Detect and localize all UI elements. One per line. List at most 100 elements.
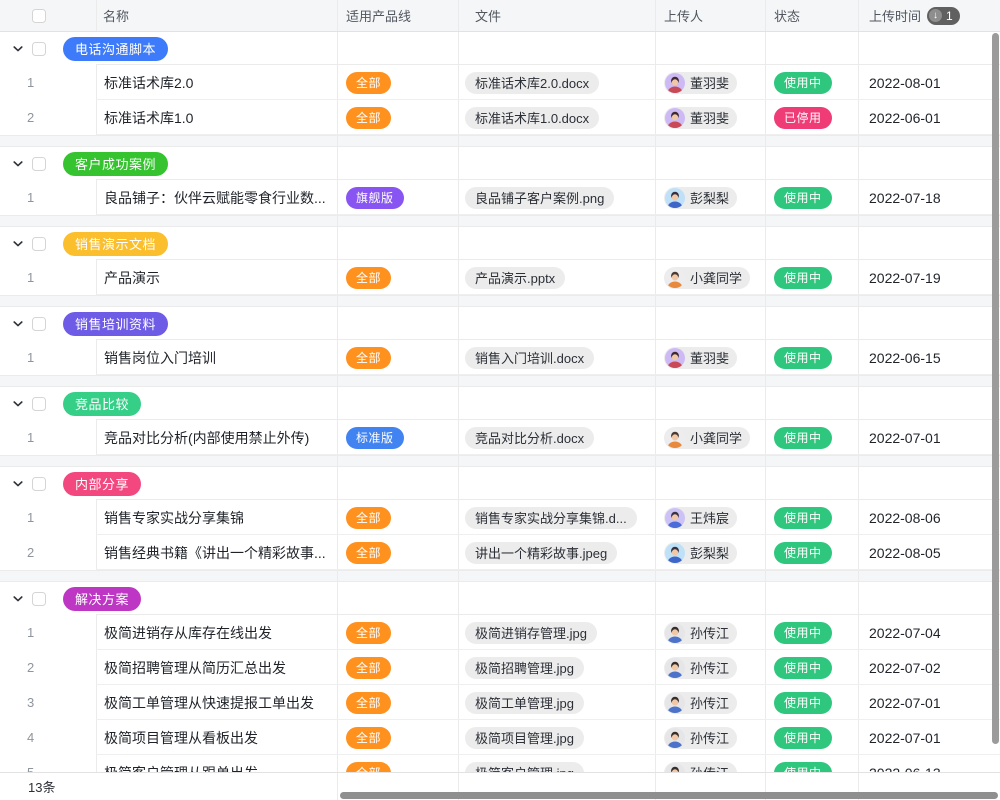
table-row[interactable]: 1产品演示全部产品演示.pptx小龚同学使用中2022-07-19 xyxy=(0,260,1000,295)
name-cell[interactable]: 销售经典书籍《讲出一个精彩故事... xyxy=(96,535,337,570)
file-cell[interactable]: 销售入门培训.docx xyxy=(458,340,655,375)
group-checkbox[interactable] xyxy=(32,317,46,331)
file-chip[interactable]: 极简项目管理.jpg xyxy=(465,727,584,749)
file-chip[interactable]: 产品演示.pptx xyxy=(465,267,565,289)
group-badge[interactable]: 销售培训资料 xyxy=(63,312,168,336)
upload-date-cell[interactable]: 2022-08-01 xyxy=(858,65,1000,100)
row-index-cell[interactable]: 1 xyxy=(0,615,96,650)
row-index-cell[interactable]: 1 xyxy=(0,260,96,295)
table-row[interactable]: 1标准话术库2.0全部标准话术库2.0.docx董羽斐使用中2022-08-01 xyxy=(0,65,1000,100)
table-row[interactable]: 2标准话术库1.0全部标准话术库1.0.docx董羽斐已停用2022-06-01 xyxy=(0,100,1000,135)
uploader-chip[interactable]: 董羽斐 xyxy=(664,107,737,129)
chevron-down-icon[interactable] xyxy=(12,43,24,55)
uploader-cell[interactable]: 董羽斐 xyxy=(655,340,765,375)
horizontal-scrollbar-thumb[interactable] xyxy=(340,792,998,799)
uploader-cell[interactable]: 小龚同学 xyxy=(655,420,765,455)
table-row[interactable]: 1良品铺子：伙伴云赋能零食行业数...旗舰版良品铺子客户案例.png彭梨梨使用中… xyxy=(0,180,1000,215)
status-badge[interactable]: 使用中 xyxy=(774,542,832,564)
name-cell[interactable]: 销售岗位入门培训 xyxy=(96,340,337,375)
product-line-cell[interactable]: 全部 xyxy=(337,65,458,100)
group-header-row[interactable]: 销售演示文档 xyxy=(0,227,1000,260)
name-cell[interactable]: 竞品对比分析(内部使用禁止外传) xyxy=(96,420,337,455)
status-badge[interactable]: 使用中 xyxy=(774,427,832,449)
row-index-cell[interactable]: 2 xyxy=(0,535,96,570)
name-cell[interactable]: 标准话术库1.0 xyxy=(96,100,337,135)
group-header-row[interactable]: 客户成功案例 xyxy=(0,147,1000,180)
uploader-chip[interactable]: 彭梨梨 xyxy=(664,542,737,564)
file-chip[interactable]: 竞品对比分析.docx xyxy=(465,427,594,449)
status-cell[interactable]: 使用中 xyxy=(765,535,858,570)
group-header-row[interactable]: 内部分享 xyxy=(0,467,1000,500)
status-cell[interactable]: 使用中 xyxy=(765,685,858,720)
name-cell[interactable]: 极简招聘管理从简历汇总出发 xyxy=(96,650,337,685)
row-index-cell[interactable]: 1 xyxy=(0,340,96,375)
chevron-down-icon[interactable] xyxy=(12,238,24,250)
file-chip[interactable]: 标准话术库1.0.docx xyxy=(465,107,599,129)
name-cell[interactable]: 产品演示 xyxy=(96,260,337,295)
uploader-chip[interactable]: 孙传江 xyxy=(664,622,737,644)
uploader-cell[interactable]: 王炜宸 xyxy=(655,500,765,535)
group-badge[interactable]: 解决方案 xyxy=(63,587,141,611)
group-badge[interactable]: 内部分享 xyxy=(63,472,141,496)
status-cell[interactable]: 已停用 xyxy=(765,100,858,135)
status-badge[interactable]: 已停用 xyxy=(774,107,832,129)
product-line-badge[interactable]: 全部 xyxy=(346,727,391,749)
file-chip[interactable]: 极简工单管理.jpg xyxy=(465,692,584,714)
row-index-cell[interactable]: 1 xyxy=(0,180,96,215)
vertical-scrollbar-thumb[interactable] xyxy=(992,33,999,744)
upload-date-cell[interactable]: 2022-07-01 xyxy=(858,420,1000,455)
product-line-cell[interactable]: 全部 xyxy=(337,500,458,535)
product-line-cell[interactable]: 旗舰版 xyxy=(337,180,458,215)
file-chip[interactable]: 极简招聘管理.jpg xyxy=(465,657,584,679)
status-cell[interactable]: 使用中 xyxy=(765,720,858,755)
status-cell[interactable]: 使用中 xyxy=(765,180,858,215)
group-checkbox[interactable] xyxy=(32,592,46,606)
status-cell[interactable]: 使用中 xyxy=(765,420,858,455)
select-all-checkbox[interactable] xyxy=(32,9,46,23)
product-line-cell[interactable]: 全部 xyxy=(337,720,458,755)
status-cell[interactable]: 使用中 xyxy=(765,65,858,100)
group-header-row[interactable]: 解决方案 xyxy=(0,582,1000,615)
product-line-badge[interactable]: 全部 xyxy=(346,347,391,369)
status-cell[interactable]: 使用中 xyxy=(765,500,858,535)
product-line-badge[interactable]: 全部 xyxy=(346,692,391,714)
table-row[interactable]: 1极简进销存从库存在线出发全部极简进销存管理.jpg孙传江使用中2022-07-… xyxy=(0,615,1000,650)
name-cell[interactable]: 标准话术库2.0 xyxy=(96,65,337,100)
status-badge[interactable]: 使用中 xyxy=(774,507,832,529)
file-cell[interactable]: 良品铺子客户案例.png xyxy=(458,180,655,215)
uploader-cell[interactable]: 孙传江 xyxy=(655,615,765,650)
file-cell[interactable]: 销售专家实战分享集锦.d... xyxy=(458,500,655,535)
product-line-cell[interactable]: 全部 xyxy=(337,100,458,135)
uploader-cell[interactable]: 彭梨梨 xyxy=(655,535,765,570)
product-line-badge[interactable]: 全部 xyxy=(346,267,391,289)
product-line-badge[interactable]: 全部 xyxy=(346,622,391,644)
row-index-cell[interactable]: 3 xyxy=(0,685,96,720)
column-header-upload-time[interactable]: 上传时间↓1 xyxy=(858,0,1000,31)
chevron-down-icon[interactable] xyxy=(12,398,24,410)
column-header-product-line[interactable]: 适用产品线 xyxy=(337,0,458,31)
group-badge[interactable]: 销售演示文档 xyxy=(63,232,168,256)
product-line-badge[interactable]: 旗舰版 xyxy=(346,187,404,209)
uploader-chip[interactable]: 小龚同学 xyxy=(664,427,750,449)
chevron-down-icon[interactable] xyxy=(12,158,24,170)
uploader-chip[interactable]: 孙传江 xyxy=(664,727,737,749)
name-cell[interactable]: 良品铺子：伙伴云赋能零食行业数... xyxy=(96,180,337,215)
upload-date-cell[interactable]: 2022-06-01 xyxy=(858,100,1000,135)
status-badge[interactable]: 使用中 xyxy=(774,622,832,644)
uploader-chip[interactable]: 董羽斐 xyxy=(664,72,737,94)
upload-date-cell[interactable]: 2022-08-06 xyxy=(858,500,1000,535)
status-cell[interactable]: 使用中 xyxy=(765,615,858,650)
status-cell[interactable]: 使用中 xyxy=(765,650,858,685)
status-cell[interactable]: 使用中 xyxy=(765,340,858,375)
product-line-badge[interactable]: 全部 xyxy=(346,657,391,679)
uploader-cell[interactable]: 董羽斐 xyxy=(655,100,765,135)
uploader-cell[interactable]: 孙传江 xyxy=(655,650,765,685)
product-line-cell[interactable]: 全部 xyxy=(337,535,458,570)
product-line-badge[interactable]: 全部 xyxy=(346,507,391,529)
uploader-chip[interactable]: 孙传江 xyxy=(664,692,737,714)
name-cell[interactable]: 极简项目管理从看板出发 xyxy=(96,720,337,755)
upload-date-cell[interactable]: 2022-07-02 xyxy=(858,650,1000,685)
file-chip[interactable]: 良品铺子客户案例.png xyxy=(465,187,614,209)
group-checkbox[interactable] xyxy=(32,42,46,56)
file-chip[interactable]: 讲出一个精彩故事.jpeg xyxy=(465,542,617,564)
